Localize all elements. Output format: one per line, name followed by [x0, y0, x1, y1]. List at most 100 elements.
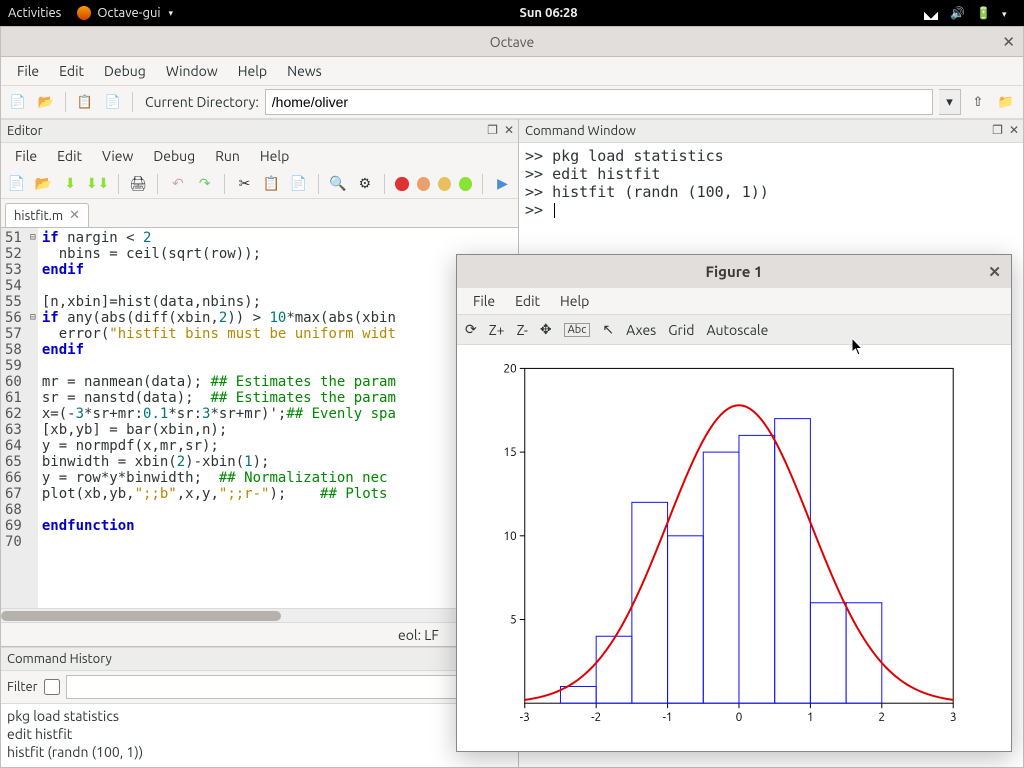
svg-text:5: 5 [510, 614, 517, 627]
filter-input[interactable] [66, 675, 512, 699]
zoom-out-button[interactable]: Z- [517, 322, 528, 338]
directory-dropdown-icon[interactable]: ▾ [939, 89, 961, 115]
find-icon[interactable]: 🔍 [329, 174, 348, 194]
filter-checkbox[interactable] [44, 679, 60, 695]
history-item[interactable]: pkg load statistics [7, 707, 512, 725]
cut-icon[interactable]: ✂ [235, 174, 254, 194]
undo-icon[interactable]: ↶ [168, 174, 187, 194]
editor-hscrollbar[interactable] [1, 608, 518, 622]
editor-statusbar: eol: LF line: 49 [1, 622, 518, 646]
command-history-panel: Command History ❐ ✕ Filter pkg load stat… [1, 646, 518, 767]
editor-close-icon[interactable]: ✕ [504, 123, 514, 137]
scrollbar-thumb[interactable] [1, 611, 281, 621]
editor-menu-debug[interactable]: Debug [143, 145, 205, 167]
window-close-icon[interactable]: ✕ [1002, 33, 1015, 51]
current-directory-label: Current Directory: [145, 94, 259, 110]
editor-menu-view[interactable]: View [92, 145, 143, 167]
history-list[interactable]: pkg load statisticsedit histfithistfit (… [1, 703, 518, 767]
window-titlebar[interactable]: Octave ✕ [1, 27, 1023, 57]
figure-window[interactable]: Figure 1 ✕ FileEditHelp ⟳ Z+ Z- ✥ Abc ↖ … [456, 254, 1012, 752]
battery-icon[interactable] [976, 6, 990, 20]
breakpoint-stop-icon[interactable] [395, 177, 408, 191]
select-cursor-icon[interactable]: ↖ [602, 321, 614, 338]
editor-tab-histfit[interactable]: histfit.m ✕ [5, 203, 89, 227]
svg-text:-3: -3 [520, 712, 530, 725]
autoscale-button[interactable]: Autoscale [706, 322, 768, 338]
copy-editor-icon[interactable]: 📋 [262, 174, 281, 194]
svg-text:0: 0 [736, 712, 743, 725]
axes-button[interactable]: Axes [626, 322, 656, 338]
grid-button[interactable]: Grid [668, 322, 694, 338]
svg-text:1: 1 [807, 712, 814, 725]
paste-icon[interactable]: 📄 [102, 91, 124, 113]
menu-edit[interactable]: Edit [49, 59, 94, 83]
redo-icon[interactable]: ↷ [195, 174, 214, 194]
clock[interactable]: Sun 06:28 [173, 6, 924, 20]
editor-panel-title[interactable]: Editor ❐ ✕ [1, 119, 518, 143]
figure-menu-edit[interactable]: Edit [505, 290, 550, 312]
save-all-icon[interactable]: ⬇⬇ [88, 174, 108, 194]
paste-editor-icon[interactable]: 📄 [289, 174, 308, 194]
editor-menu-help[interactable]: Help [250, 145, 299, 167]
cmdwin-close-icon[interactable]: ✕ [1009, 123, 1019, 137]
open-folder-icon[interactable]: 📂 [35, 91, 57, 113]
open-file-icon[interactable]: 📂 [34, 174, 53, 194]
new-script-icon[interactable]: 📄 [7, 91, 29, 113]
svg-text:10: 10 [503, 530, 517, 543]
status-eol: eol: LF [398, 627, 439, 643]
app-menu[interactable]: Octave-gui [77, 6, 173, 20]
filter-label: Filter [7, 680, 38, 694]
zoom-in-button[interactable]: Z+ [489, 322, 505, 338]
activities-button[interactable]: Activities [8, 6, 61, 20]
menu-debug[interactable]: Debug [94, 59, 156, 83]
main-menubar: FileEditDebugWindowHelpNews [1, 57, 1023, 85]
command-window-title[interactable]: Command Window ❐ ✕ [519, 119, 1023, 143]
menu-window[interactable]: Window [156, 59, 228, 83]
figure-menu-help[interactable]: Help [550, 290, 599, 312]
copy-icon[interactable]: 📋 [74, 91, 96, 113]
octave-icon [77, 6, 91, 20]
network-icon[interactable] [924, 6, 938, 20]
volume-icon[interactable] [950, 6, 964, 20]
cmdwin-undock-icon[interactable]: ❐ [992, 123, 1003, 137]
editor-toolbar: 📄 📂 ⬇ ⬇⬇ 🖨 ↶ ↷ ✂ 📋 📄 🔍 ⚙ [1, 169, 518, 199]
tab-close-icon[interactable]: ✕ [69, 208, 80, 223]
run-icon[interactable]: ▶ [493, 174, 512, 194]
figure-close-icon[interactable]: ✕ [988, 263, 1001, 281]
figure-rotate-icon[interactable]: ⟳ [465, 321, 477, 338]
code-editor[interactable]: 5152535455565758596061626364656667686970… [1, 227, 518, 608]
svg-text:20: 20 [503, 363, 517, 376]
insert-text-button[interactable]: Abc [564, 323, 591, 337]
breakpoint-step-icon[interactable] [438, 177, 451, 191]
svg-text:-2: -2 [591, 712, 601, 725]
save-icon[interactable]: ⬇ [61, 174, 80, 194]
figure-canvas[interactable]: -3-2-101235101520 [457, 345, 1011, 751]
menu-file[interactable]: File [7, 59, 49, 83]
editor-menu-edit[interactable]: Edit [47, 145, 92, 167]
figure-menubar: FileEditHelp [457, 288, 1011, 314]
figure-menu-file[interactable]: File [463, 290, 505, 312]
directory-toolbar: 📄 📂 📋 📄 Current Directory: ▾ ⇧ 📁 [1, 85, 1023, 119]
breakpoint-next-icon[interactable] [417, 177, 430, 191]
menu-news[interactable]: News [277, 59, 332, 83]
editor-undock-icon[interactable]: ❐ [487, 123, 498, 137]
pan-icon[interactable]: ✥ [540, 321, 552, 338]
editor-menu-run[interactable]: Run [205, 145, 250, 167]
svg-text:3: 3 [950, 712, 957, 725]
figure-title: Figure 1 [706, 263, 763, 280]
browse-folder-icon[interactable]: 📁 [995, 91, 1017, 113]
breakpoint-continue-icon[interactable] [459, 177, 472, 191]
history-item[interactable]: histfit (randn (100, 1)) [7, 743, 512, 761]
figure-titlebar[interactable]: Figure 1 ✕ [457, 255, 1011, 288]
system-menu-icon[interactable] [1002, 6, 1016, 20]
editor-menu-file[interactable]: File [5, 145, 47, 167]
preferences-icon[interactable]: ⚙ [356, 174, 375, 194]
up-directory-icon[interactable]: ⇧ [967, 91, 989, 113]
command-history-title[interactable]: Command History ❐ ✕ [1, 647, 518, 671]
print-icon[interactable]: 🖨 [129, 174, 148, 194]
current-directory-input[interactable] [265, 89, 933, 115]
menu-help[interactable]: Help [228, 59, 277, 83]
editor-tabbar: histfit.m ✕ [1, 199, 518, 227]
new-file-icon[interactable]: 📄 [7, 174, 26, 194]
history-item[interactable]: edit histfit [7, 725, 512, 743]
